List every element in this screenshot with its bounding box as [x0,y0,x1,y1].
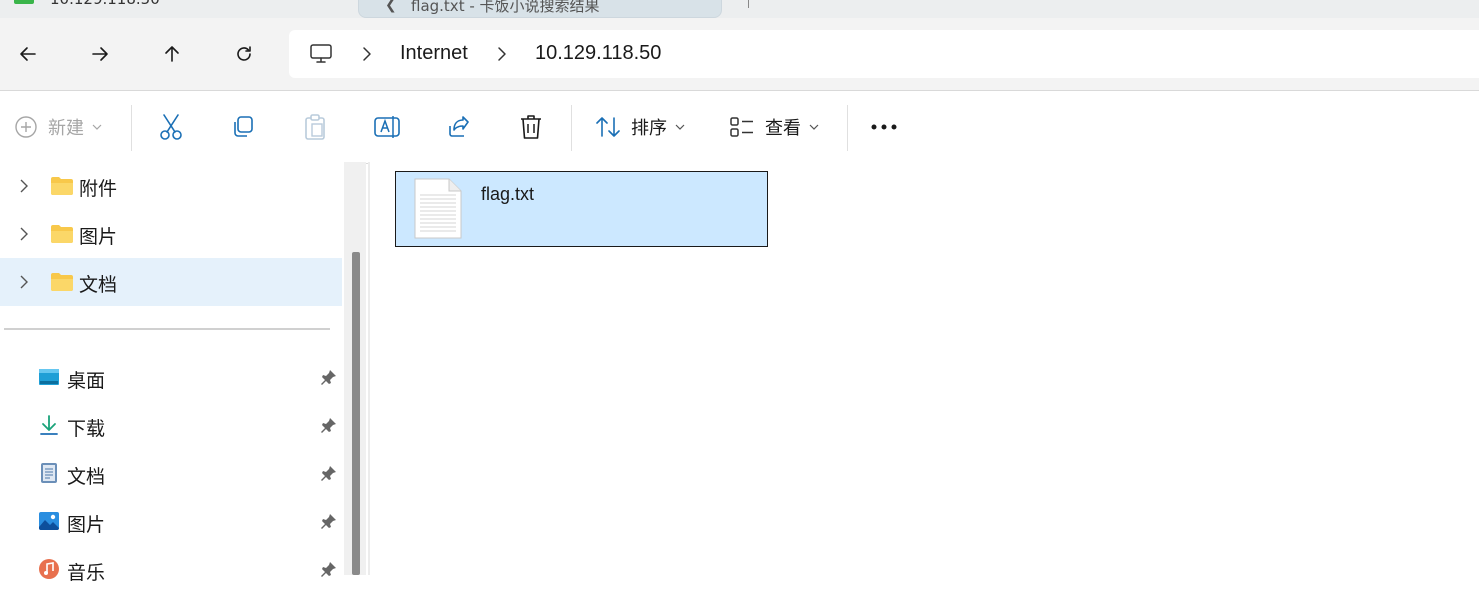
tab-title: flag.txt - 卡饭小说搜索结果 [411,0,600,15]
tree-item-label: 图片 [79,226,118,248]
new-button[interactable]: 新建 [14,109,102,145]
breadcrumb-host[interactable]: 10.129.118.50 [535,42,661,65]
nav-scrollbar-thumb[interactable] [352,252,360,575]
file-name: flag.txt [481,184,535,204]
quick-access-label: 下载 [67,418,106,440]
refresh-icon [237,46,251,61]
download-icon [40,415,58,435]
file-item[interactable]: flag.txt [395,171,768,247]
pin-icon[interactable] [320,512,338,530]
tree-item-pictures[interactable]: 图片 [0,210,342,258]
quick-access-downloads[interactable]: 下载 [0,402,342,450]
view-label: 查看 [765,118,801,139]
copy-icon [234,116,253,137]
refresh-button[interactable] [228,38,260,70]
delete-button[interactable] [518,109,544,145]
arrow-up-icon [165,46,179,62]
arrow-left-icon [20,47,36,61]
documents-icon [41,463,57,483]
back-button[interactable] [12,38,44,70]
pin-icon[interactable] [320,464,338,482]
quick-access-music[interactable]: 音乐 [0,546,342,594]
back-arrow-icon: ❮ [385,0,397,13]
file-list-pane[interactable]: flag.txt [370,162,1479,575]
toolbar-divider [847,105,848,151]
quick-access-desktop[interactable]: 桌面 [0,354,342,402]
copy-button[interactable] [230,109,256,145]
tree-item-documents[interactable]: 文档 [0,258,342,306]
quick-access-label: 文档 [67,466,106,488]
tree-item-attachments[interactable]: 附件 [0,162,342,210]
chevron-right-icon[interactable] [18,177,30,195]
cut-button[interactable] [158,109,184,145]
tree-item-label: 附件 [79,178,118,200]
music-icon [39,559,59,579]
toolbar-divider [131,105,132,151]
window-title: 10.129.118.50 [50,0,160,8]
chevron-down-icon [675,124,685,130]
pin-icon[interactable] [320,416,338,434]
quick-access-label: 图片 [67,514,106,536]
chevron-down-icon [92,124,102,130]
app-icon [14,0,34,4]
scissors-icon [160,114,182,140]
nav-divider [4,328,330,330]
rename-button[interactable] [373,109,401,145]
view-list-icon [730,117,753,137]
view-button[interactable]: 查看 [729,109,819,145]
plus-circle-icon [15,116,37,138]
forward-button[interactable] [84,38,116,70]
share-button[interactable] [446,109,472,145]
more-dots-icon [871,124,897,130]
text-file-icon [414,178,462,239]
quick-access-label: 桌面 [67,370,106,392]
chevron-right-icon[interactable] [361,45,373,63]
sort-arrows-icon [596,117,620,137]
command-bar: 新建 排序 查看 [0,90,1479,164]
up-button[interactable] [156,38,188,70]
chevron-right-icon[interactable] [18,225,30,243]
paste-button[interactable] [302,109,328,145]
chevron-right-icon[interactable] [496,45,508,63]
chevron-down-icon [809,124,819,130]
tab-separator [748,0,749,8]
navigation-pane: 附件 图片 文档 桌面 下载 文档 图片 音乐 [0,162,344,584]
quick-access-label: 音乐 [67,562,106,584]
toolbar-divider [571,105,572,151]
folder-icon [51,177,73,195]
clipboard-icon [305,114,325,140]
more-options-button[interactable] [870,109,898,145]
browser-tab[interactable]: ❮ flag.txt - 卡饭小说搜索结果 [358,0,722,18]
title-bar: 10.129.118.50 ❮ flag.txt - 卡饭小说搜索结果 [0,0,1479,18]
quick-access-pictures[interactable]: 图片 [0,498,342,546]
share-icon [449,116,469,137]
tree-item-label: 文档 [79,274,118,296]
pin-icon[interactable] [320,560,338,578]
folder-icon [51,273,73,291]
new-label: 新建 [48,118,84,139]
chevron-right-icon[interactable] [18,273,30,291]
pictures-icon [39,512,59,530]
quick-access-documents[interactable]: 文档 [0,450,342,498]
trash-icon [521,115,541,139]
computer-icon [310,44,332,63]
sort-label: 排序 [631,118,667,139]
navigation-bar: Internet 10.129.118.50 [0,18,1479,90]
pin-icon[interactable] [320,368,338,386]
arrow-right-icon [92,47,108,61]
desktop-icon [39,369,59,385]
rename-icon [374,116,400,138]
folder-icon [51,225,73,243]
breadcrumb-internet[interactable]: Internet [400,42,468,65]
address-bar[interactable]: Internet 10.129.118.50 [289,30,1479,78]
sort-button[interactable]: 排序 [595,109,685,145]
